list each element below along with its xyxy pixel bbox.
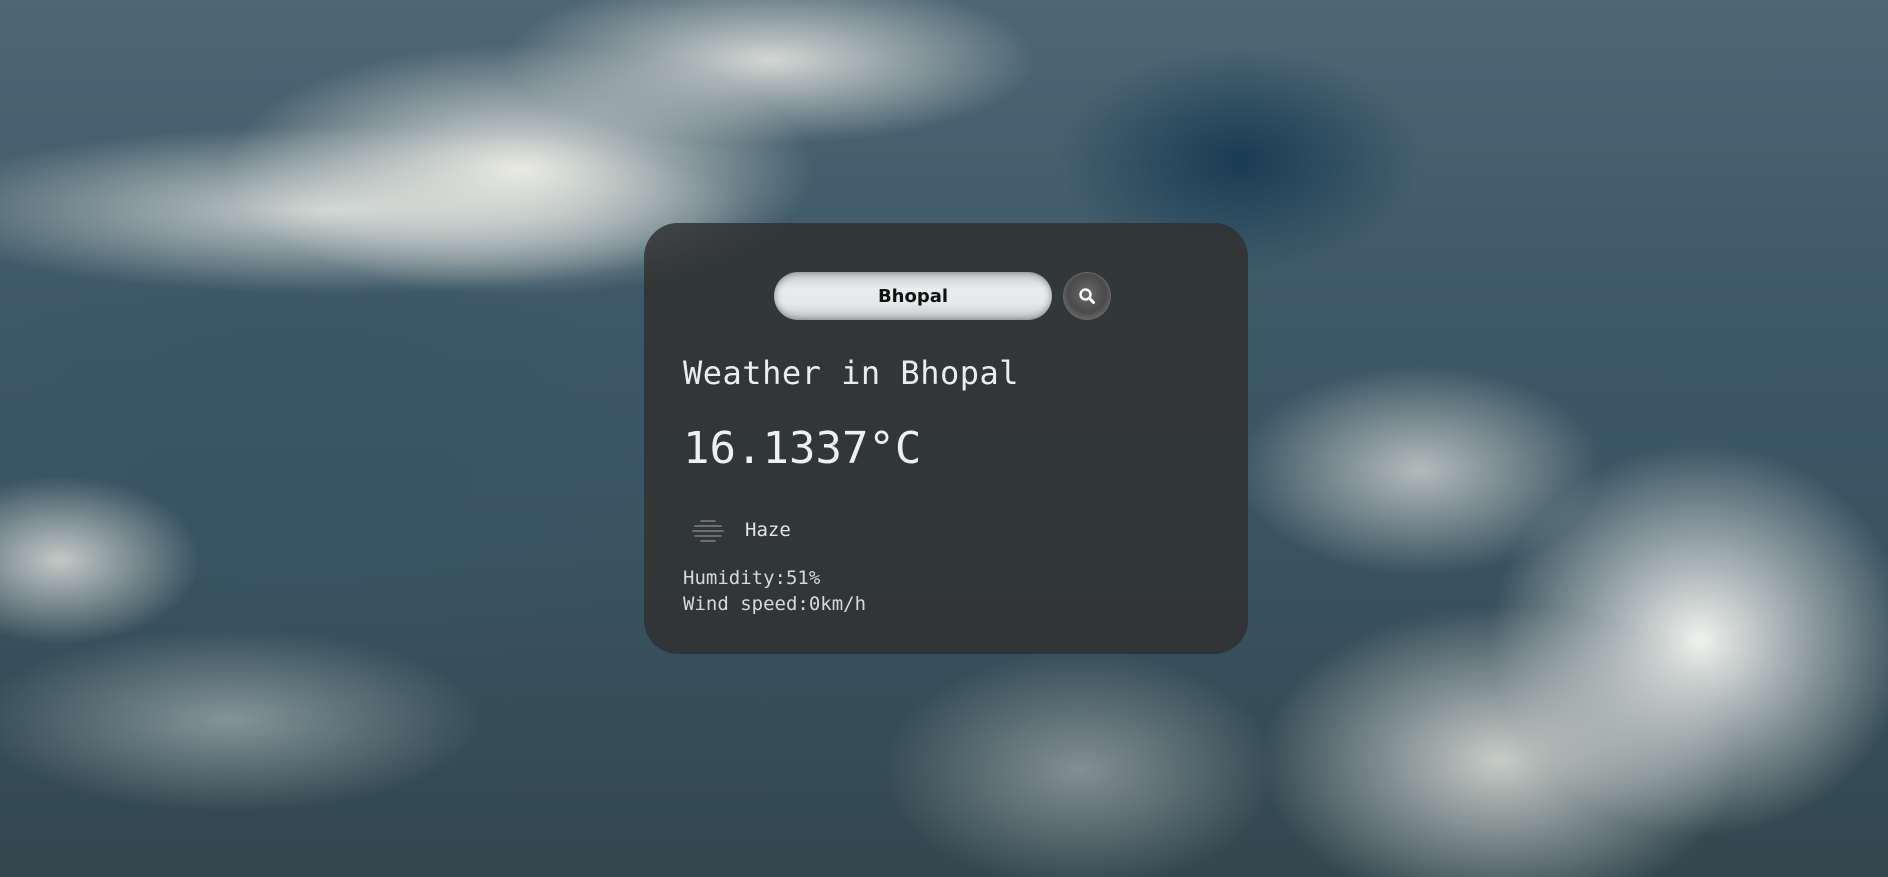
search-bar	[774, 272, 1110, 320]
search-button[interactable]	[1064, 273, 1110, 319]
search-input[interactable]	[774, 272, 1052, 320]
temperature-value: 16.1337°C	[683, 423, 922, 474]
city-title: Weather in Bhopal	[683, 354, 1020, 392]
search-icon	[1079, 288, 1095, 304]
weather-stats: Humidity:51% Wind speed:0km/h	[683, 565, 866, 617]
haze-icon	[692, 520, 724, 542]
condition-label: Haze	[745, 519, 791, 541]
humidity-value: Humidity:51%	[683, 567, 821, 589]
weather-card: Weather in Bhopal 16.1337°C Haze Humidit…	[644, 223, 1248, 654]
weather-condition: Haze	[689, 515, 791, 545]
wind-speed-value: Wind speed:0km/h	[683, 593, 867, 615]
